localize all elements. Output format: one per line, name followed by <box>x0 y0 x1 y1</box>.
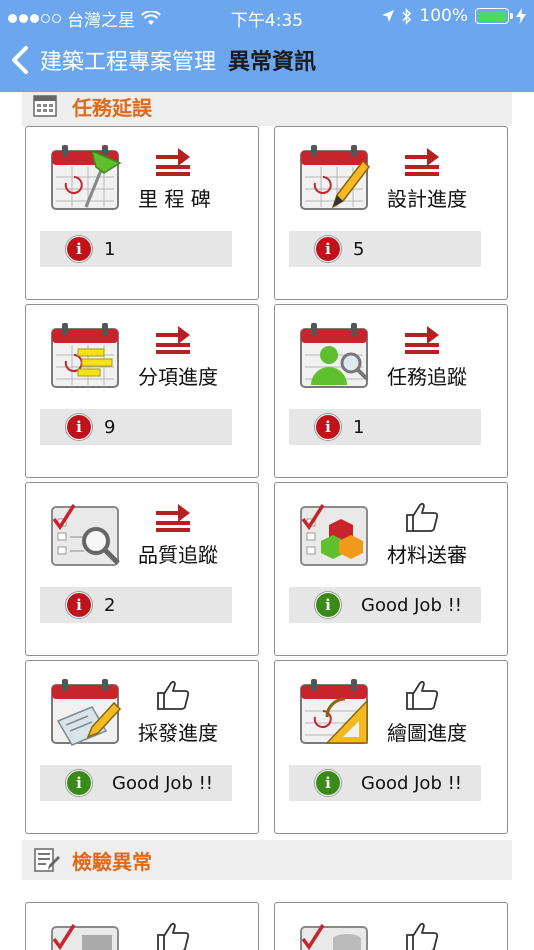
top-bar: 台灣之星 下午4:35 100% 建築工程專案管理 異常資訊 <box>0 0 534 92</box>
card-status-count: 2 <box>104 594 116 616</box>
calendar-list-icon <box>51 323 119 388</box>
calendar-grid-icon <box>33 95 57 117</box>
navigation-bar: 建築工程專案管理 異常資訊 <box>0 38 534 82</box>
arrow-right-icon <box>156 504 190 532</box>
calendar-card-pencil-icon <box>51 679 122 746</box>
arrow-right-icon <box>405 148 439 176</box>
card-inspection-1[interactable] <box>25 902 259 950</box>
thumbs-up-icon <box>406 680 439 710</box>
info-alert-icon: i <box>66 592 92 618</box>
card-design-progress[interactable]: 設計進度 i 5 <box>274 126 508 300</box>
thumbs-up-icon <box>157 922 190 950</box>
back-button[interactable] <box>0 38 40 82</box>
card-status-count: 1 <box>353 416 365 438</box>
arrow-right-icon <box>156 148 190 176</box>
calendar-flag-icon <box>51 145 122 210</box>
card-status: i 2 <box>40 587 232 623</box>
card-label: 材料送審 <box>387 543 467 567</box>
card-inspection-2[interactable] <box>274 902 508 950</box>
card-material-review[interactable]: 材料送審 i Good Job !! <box>274 482 508 656</box>
info-alert-icon: i <box>315 236 341 262</box>
card-procurement-progress[interactable]: 採發進度 i Good Job !! <box>25 660 259 834</box>
card-status-count: 1 <box>104 238 116 260</box>
checklist-database-icon <box>300 924 368 950</box>
thumbs-up-icon <box>157 680 190 710</box>
card-label: 任務追蹤 <box>387 365 467 389</box>
card-label: 品質追蹤 <box>138 543 218 567</box>
charging-bolt-icon <box>516 8 526 24</box>
info-ok-icon: i <box>315 770 341 796</box>
card-status-text: Good Job !! <box>361 772 463 794</box>
card-status-text: Good Job !! <box>112 772 214 794</box>
card-label: 設計進度 <box>387 187 467 211</box>
section-title: 任務延誤 <box>72 95 152 120</box>
checklist-search-icon <box>51 504 120 566</box>
section-header-task-delay: 任務延誤 <box>22 92 512 126</box>
card-item-progress[interactable]: 分項進度 i 9 <box>25 304 259 478</box>
arrow-right-icon <box>156 326 190 354</box>
card-status: i Good Job !! <box>289 587 481 623</box>
card-status: i Good Job !! <box>289 765 481 801</box>
arrow-right-icon <box>405 326 439 354</box>
battery-icon <box>475 8 513 24</box>
card-status: i 1 <box>289 409 481 445</box>
card-status: i Good Job !! <box>40 765 232 801</box>
info-alert-icon: i <box>66 414 92 440</box>
calendar-person-search-icon <box>300 323 369 388</box>
card-status: i 5 <box>289 231 481 267</box>
calendar-pencil-icon <box>300 145 370 210</box>
checklist-cubes-icon <box>300 504 368 566</box>
section-header-inspection-anomaly: 檢驗異常 <box>22 840 512 880</box>
bluetooth-icon <box>402 7 412 25</box>
thumbs-up-icon <box>406 922 439 950</box>
info-alert-icon: i <box>66 236 92 262</box>
status-bar: 台灣之星 下午4:35 100% <box>0 0 534 32</box>
chevron-left-icon <box>12 46 28 74</box>
card-label: 分項進度 <box>138 365 218 389</box>
status-right: 100% <box>381 6 526 26</box>
checklist-cylinder-icon <box>51 924 119 950</box>
calendar-triangle-ruler-icon <box>300 679 368 744</box>
card-quality-tracking[interactable]: 品質追蹤 i 2 <box>25 482 259 656</box>
card-status-text: Good Job !! <box>361 594 463 616</box>
page-title: 異常資訊 <box>228 50 317 75</box>
thumbs-up-icon <box>406 502 439 532</box>
info-alert-icon: i <box>315 414 341 440</box>
card-milestone[interactable]: 里 程 碑 i 1 <box>25 126 259 300</box>
card-label: 里 程 碑 <box>138 187 211 211</box>
section-title: 檢驗異常 <box>72 849 152 874</box>
main-content[interactable]: 任務延誤 里 程 碑 i 1 設計進度 i 5 分項進度 i 9 任務追蹤 i … <box>0 92 534 950</box>
info-ok-icon: i <box>66 770 92 796</box>
card-label: 繪圖進度 <box>387 721 467 745</box>
card-label: 採發進度 <box>138 721 218 745</box>
card-task-tracking[interactable]: 任務追蹤 i 1 <box>274 304 508 478</box>
battery-percent: 100% <box>419 6 468 26</box>
card-status-count: 9 <box>104 416 116 438</box>
checklist-pencil-icon <box>34 848 60 872</box>
info-ok-icon: i <box>315 592 341 618</box>
location-arrow-icon <box>382 10 395 22</box>
card-status: i 9 <box>40 409 232 445</box>
app-title[interactable]: 建築工程專案管理 <box>40 44 216 76</box>
card-status-count: 5 <box>353 238 365 260</box>
card-drawing-progress[interactable]: 繪圖進度 i Good Job !! <box>274 660 508 834</box>
card-status: i 1 <box>40 231 232 267</box>
